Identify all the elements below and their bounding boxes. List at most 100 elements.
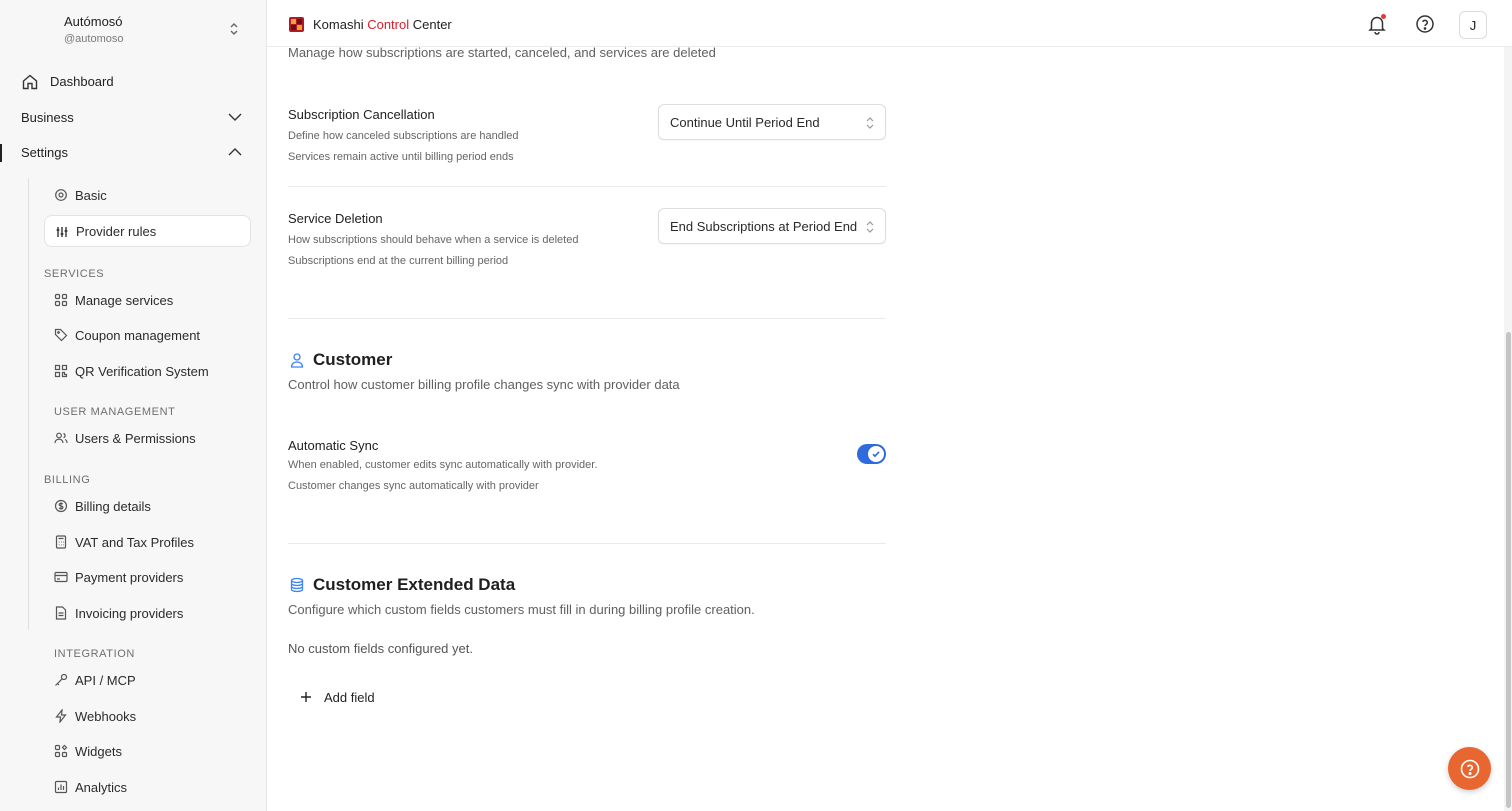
- sidebar-item-label: Provider rules: [76, 223, 157, 239]
- sidebar-item-invoicing-providers[interactable]: Invoicing providers: [44, 597, 251, 629]
- deletion-description: How subscriptions should behave when a s…: [288, 234, 579, 246]
- chevron-up-icon: [228, 148, 242, 156]
- sidebar-item-label: Coupon management: [75, 327, 201, 343]
- calculator-icon: [55, 535, 67, 549]
- brand-part-2: Control: [367, 17, 410, 32]
- sidebar-item-analytics[interactable]: Analytics: [44, 771, 251, 803]
- sidebar-item-payment-providers[interactable]: Payment providers: [44, 561, 251, 593]
- sidebar-item-coupon-management[interactable]: Coupon management: [44, 319, 251, 351]
- cancellation-note: Services remain active until billing per…: [288, 151, 514, 163]
- grid-icon: [54, 293, 68, 307]
- sidebar-item-settings[interactable]: Settings: [0, 135, 266, 169]
- home-icon: [22, 74, 38, 90]
- top-bar: Komashi Control Center J: [267, 0, 1512, 47]
- deletion-select[interactable]: End Subscriptions at Period End: [658, 208, 886, 244]
- brand-part-3: Center: [409, 17, 452, 32]
- deletion-title: Service Deletion: [288, 211, 383, 226]
- sidebar-item-business[interactable]: Business: [0, 100, 266, 134]
- sidebar-item-api-mcp[interactable]: API / MCP: [44, 664, 251, 696]
- extended-data-section-title: Customer Extended Data: [313, 575, 516, 594]
- sidebar-item-manage-services[interactable]: Manage services: [44, 284, 251, 316]
- key-icon: [55, 673, 68, 686]
- widgets-icon: [54, 744, 68, 758]
- subscriptions-description: Manage how subscriptions are started, ca…: [288, 45, 716, 60]
- sidebar-item-label: Analytics: [75, 779, 128, 795]
- cancellation-select-value: Continue Until Period End: [670, 114, 820, 130]
- sidebar-item-provider-rules[interactable]: Provider rules: [44, 215, 251, 247]
- group-label-billing: BILLING: [44, 474, 91, 486]
- help-icon: [1460, 759, 1479, 778]
- brand-part-1: Komashi: [313, 17, 368, 32]
- chevron-down-icon: [228, 113, 242, 121]
- sidebar-item-label: QR Verification System: [75, 363, 209, 379]
- lightning-icon: [55, 709, 67, 723]
- sidebar-item-label: VAT and Tax Profiles: [75, 534, 194, 550]
- support-chat-button[interactable]: [1448, 747, 1491, 790]
- extended-data-description: Configure which custom fields customers …: [288, 602, 755, 617]
- section-divider: [288, 318, 886, 319]
- plus-icon: [301, 692, 311, 702]
- sidebar-item-basic[interactable]: Basic: [44, 179, 251, 211]
- tree-line: [28, 178, 29, 630]
- workspace-handle: @automoso: [64, 33, 124, 45]
- users-icon: [54, 432, 68, 444]
- sidebar-item-webhooks[interactable]: Webhooks: [44, 700, 251, 732]
- sliders-icon: [56, 227, 68, 237]
- group-label-services: SERVICES: [44, 268, 105, 280]
- sync-description: When enabled, customer edits sync automa…: [288, 459, 598, 471]
- brand-logo: [289, 17, 304, 32]
- customer-section-title: Customer: [313, 350, 393, 369]
- customer-section-description: Control how customer billing profile cha…: [288, 377, 680, 392]
- automatic-sync-toggle[interactable]: [857, 444, 886, 464]
- sidebar-item-widgets[interactable]: Widgets: [44, 735, 251, 767]
- section-divider: [288, 543, 886, 544]
- sidebar-item-qr-verification[interactable]: QR Verification System: [44, 355, 251, 387]
- sidebar-item-label: Payment providers: [75, 569, 184, 585]
- credit-card-icon: [54, 571, 68, 583]
- sidebar-item-label: Webhooks: [75, 708, 137, 724]
- group-label-integration: INTEGRATION: [54, 648, 135, 660]
- sidebar-item-vat-tax-profiles[interactable]: VAT and Tax Profiles: [44, 526, 251, 558]
- toggle-knob: [868, 446, 884, 462]
- sidebar-item-billing-details[interactable]: Billing details: [44, 490, 251, 522]
- chevrons-up-down-icon[interactable]: [226, 20, 242, 38]
- group-label-user-management: USER MANAGEMENT: [54, 406, 176, 418]
- cancellation-description: Define how canceled subscriptions are ha…: [288, 130, 519, 142]
- deletion-select-value: End Subscriptions at Period End: [670, 218, 858, 234]
- database-icon: [290, 577, 304, 593]
- cancellation-select[interactable]: Continue Until Period End: [658, 104, 886, 140]
- sidebar-item-dashboard[interactable]: Dashboard: [0, 64, 266, 98]
- check-icon: [872, 451, 880, 458]
- sidebar-item-label: Billing details: [75, 498, 151, 514]
- sidebar-item-label: Widgets: [75, 743, 122, 759]
- sidebar-item-label: Users & Permissions: [75, 430, 196, 446]
- sync-note: Customer changes sync automatically with…: [288, 480, 539, 492]
- sync-title: Automatic Sync: [288, 438, 379, 453]
- user-avatar[interactable]: J: [1459, 11, 1487, 39]
- qr-code-icon: [54, 364, 68, 378]
- add-field-button[interactable]: Add field: [296, 685, 375, 709]
- sidebar-item-label: Invoicing providers: [75, 605, 184, 621]
- gear-icon: [55, 189, 67, 201]
- sidebar-item-label: API / MCP: [75, 672, 136, 688]
- sidebar: Autómosó @automoso Dashboard Business Se…: [0, 0, 267, 811]
- chevrons-up-down-icon: [866, 117, 874, 129]
- sidebar-item-label: Settings: [21, 144, 68, 160]
- sidebar-item-label: Dashboard: [50, 73, 114, 89]
- notification-dot: [1381, 14, 1386, 19]
- cancellation-title: Subscription Cancellation: [288, 107, 435, 122]
- divider: [288, 186, 886, 187]
- workspace-switcher[interactable]: Autómosó @automoso: [64, 14, 123, 45]
- help-icon[interactable]: [1414, 13, 1436, 35]
- dollar-circle-icon: [54, 499, 68, 513]
- sidebar-item-label: Basic: [75, 187, 107, 203]
- scrollbar-thumb[interactable]: [1506, 332, 1511, 808]
- sidebar-item-label: Business: [21, 109, 74, 125]
- invoice-icon: [55, 606, 67, 620]
- sidebar-item-users-permissions[interactable]: Users & Permissions: [44, 422, 251, 454]
- add-field-label: Add field: [324, 689, 375, 705]
- workspace-name: Autómosó: [64, 14, 123, 29]
- empty-state-text: No custom fields configured yet.: [288, 641, 473, 656]
- user-icon: [290, 353, 304, 368]
- sidebar-item-label: Manage services: [75, 292, 174, 308]
